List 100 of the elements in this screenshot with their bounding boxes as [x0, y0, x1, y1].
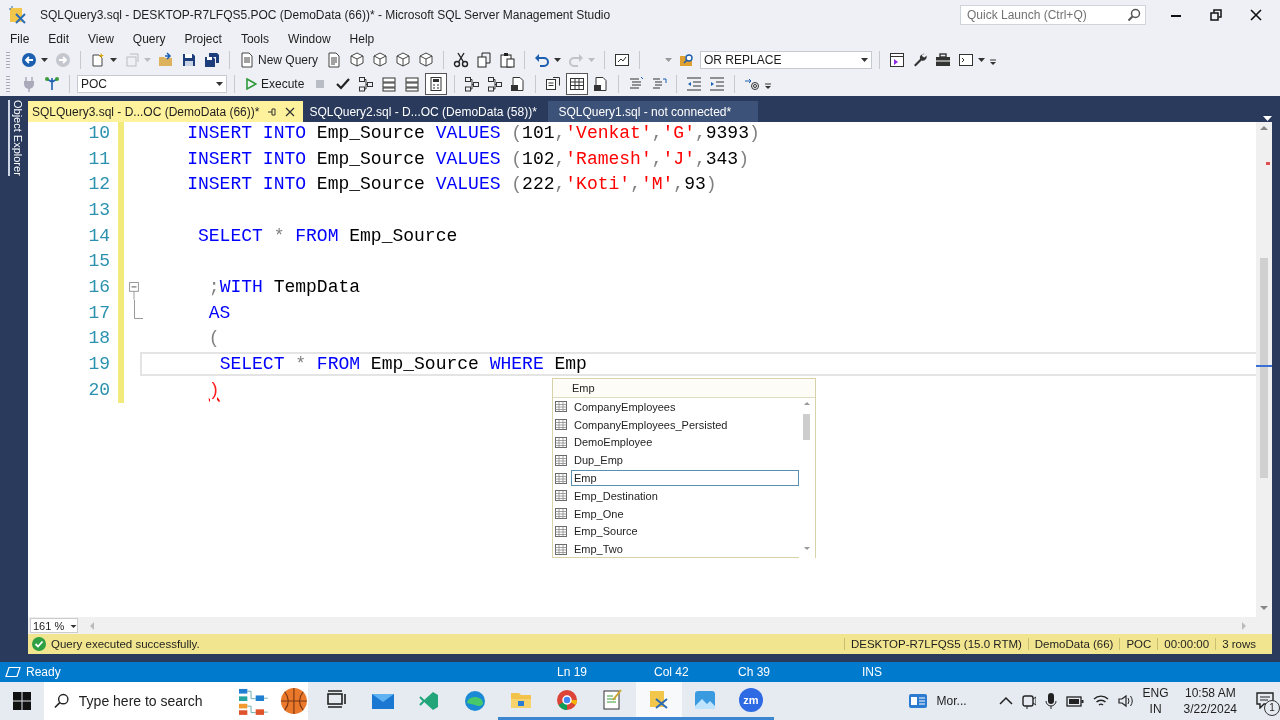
browser-icon[interactable]: [463, 689, 487, 713]
menu-item[interactable]: Project: [176, 32, 230, 46]
line-number: 13: [87, 199, 111, 220]
scroll-thumb[interactable]: [803, 414, 810, 440]
microphone-icon[interactable]: [1044, 692, 1057, 710]
line-number: 11: [87, 148, 111, 169]
status-message: Query executed successfully.: [51, 638, 200, 650]
status-segment: POC: [1119, 638, 1158, 650]
windows-start-icon[interactable]: [13, 692, 31, 710]
menu-item[interactable]: Help: [341, 32, 383, 46]
completion-item[interactable]: Emp_One: [571, 505, 799, 522]
grid-icon[interactable]: [566, 73, 589, 95]
line-number: 19: [87, 354, 111, 375]
caret-icon[interactable]: [110, 58, 117, 62]
widget-label[interactable]: Mor...: [936, 694, 967, 708]
completion-item[interactable]: DemoEmployee: [571, 434, 799, 451]
line-number: 20: [87, 379, 111, 400]
find-combo[interactable]: OR REPLACE: [700, 51, 873, 69]
line-number: 15: [87, 251, 111, 272]
document-tab[interactable]: SQLQuery2.sql - D...OC (DemoData (58))*: [303, 101, 549, 122]
char-indicator: Ch 39: [738, 665, 771, 679]
document-icon: [240, 52, 254, 68]
code-editor-icon[interactable]: [417, 689, 441, 713]
paste-icon[interactable]: [497, 50, 518, 70]
app-label: zm: [743, 693, 759, 706]
vertical-scrollbar[interactable]: [1256, 122, 1272, 617]
database-combo[interactable]: POC: [77, 75, 227, 93]
line-number: 10: [87, 122, 111, 143]
scroll-marker: [1256, 365, 1272, 367]
caret-icon[interactable]: [41, 58, 48, 62]
close-icon[interactable]: [285, 106, 296, 117]
table-icon: [555, 490, 567, 502]
calculator-icon[interactable]: [425, 73, 448, 95]
code-line: SELECT * FROM Emp_Source: [198, 225, 458, 246]
wifi-icon[interactable]: [1092, 694, 1109, 708]
code-line: ;WITH TempData: [208, 276, 361, 297]
pin-icon[interactable]: [267, 106, 278, 117]
code-line: ): [208, 379, 220, 400]
status-icon: [5, 666, 21, 678]
menu-item[interactable]: Tools: [232, 32, 277, 46]
widgets-icon[interactable]: [907, 692, 928, 710]
clock-date: 3/22/2024: [1183, 701, 1237, 717]
completion-item[interactable]: CompanyEmployees_Persisted: [571, 416, 799, 433]
completion-item[interactable]: Emp_Source: [571, 523, 799, 540]
menu-item[interactable]: View: [80, 32, 122, 46]
completion-item[interactable]: Emp: [571, 470, 799, 487]
new-query-button[interactable]: New Query: [237, 50, 322, 70]
language-code: ENG: [1142, 685, 1169, 701]
completion-item[interactable]: Emp_Two: [571, 541, 799, 558]
notification-icon[interactable]: [1256, 690, 1274, 709]
line-number: 16: [87, 276, 111, 297]
completion-item[interactable]: Emp_Destination: [571, 487, 799, 504]
table-icon: [555, 401, 567, 413]
menu-item[interactable]: Query: [124, 32, 174, 46]
line-number: 14: [87, 225, 111, 246]
region-code: IN: [1149, 701, 1162, 717]
table-icon: [555, 508, 567, 520]
quick-launch-field[interactable]: Quick Launch (Ctrl+Q): [960, 5, 1146, 25]
execute-button[interactable]: Execute: [242, 75, 308, 93]
caret-icon: [861, 58, 869, 62]
caret-icon[interactable]: [978, 58, 986, 62]
table-icon: [555, 454, 567, 466]
code-line: AS: [208, 302, 231, 323]
success-icon: [32, 637, 46, 651]
scroll-thumb[interactable]: [1260, 258, 1268, 478]
close-icon[interactable]: [1250, 9, 1262, 21]
notepad-icon[interactable]: [601, 687, 625, 712]
clock[interactable]: 10:58 AM 3/22/2024: [1183, 685, 1237, 717]
menu-item[interactable]: Window: [279, 32, 339, 46]
camera-icon[interactable]: [1021, 692, 1036, 710]
table-icon: [555, 525, 567, 537]
caret-icon: [216, 82, 223, 86]
status-text: Ready: [26, 665, 61, 679]
notification-count: 1: [1264, 699, 1280, 716]
input-language[interactable]: ENG IN: [1142, 685, 1169, 717]
battery-icon[interactable]: [1065, 694, 1084, 708]
zoom-app-icon[interactable]: [739, 687, 763, 712]
search-box[interactable]: Type here to search: [44, 682, 308, 720]
object-explorer-tab[interactable]: Object Explorer: [8, 100, 24, 176]
completion-item[interactable]: Dup_Emp: [571, 452, 799, 469]
code-line: SELECT * FROM Emp_Source WHERE Emp: [219, 354, 587, 375]
window-title: SQLQuery3.sql - DESKTOP-R7LFQS5.POC (DemoData (66))* - Microsoft SQL Server Management Studio: [40, 8, 612, 22]
volume-icon[interactable]: [1117, 694, 1134, 708]
document-tab[interactable]: SQLQuery1.sql - not connected*: [548, 101, 759, 122]
zoom-combo[interactable]: 161 %: [30, 618, 78, 633]
collapse-icon[interactable]: [129, 282, 139, 300]
menu-item[interactable]: File: [2, 32, 38, 46]
save-all-icon[interactable]: [202, 50, 222, 70]
code-line: INSERT INTO Emp_Source VALUES (102,'Ramesh','J',343): [187, 148, 749, 169]
code-line: INSERT INTO Emp_Source VALUES (101,'Venkat','G',9393): [187, 122, 760, 143]
restore-icon[interactable]: [1210, 9, 1222, 21]
caret-icon[interactable]: [554, 58, 562, 62]
browser-round-icon[interactable]: [555, 687, 579, 712]
completion-item[interactable]: CompanyEmployees: [571, 398, 799, 415]
chevron-up-icon[interactable]: [998, 696, 1013, 706]
line-number: 18: [87, 328, 111, 349]
taskbar-search-field[interactable]: Type here to search: [76, 692, 231, 710]
document-tab[interactable]: SQLQuery3.sql - D...OC (DemoData (66))*: [28, 101, 304, 122]
completion-filter: Emp: [572, 382, 595, 394]
menu-item[interactable]: Edit: [40, 32, 78, 46]
